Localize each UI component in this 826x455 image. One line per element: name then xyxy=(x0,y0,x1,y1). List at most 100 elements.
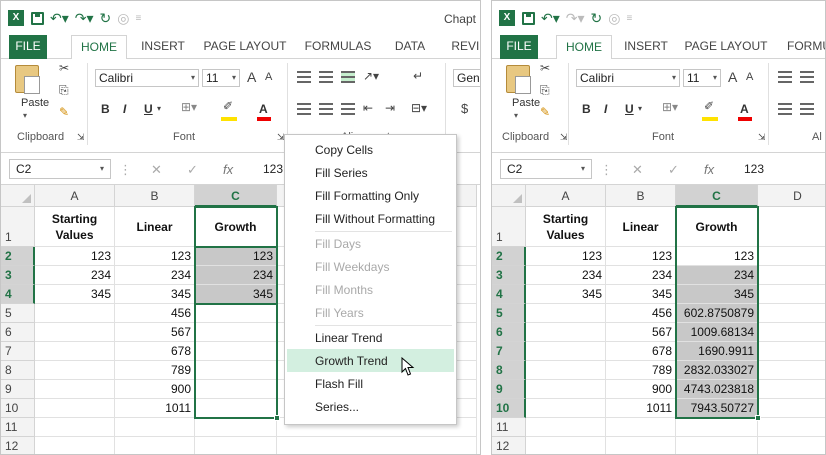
linear-value-cell[interactable]: 234 xyxy=(115,266,195,285)
tab-insert[interactable]: INSERT xyxy=(620,35,672,59)
copy-icon[interactable]: ⎘ xyxy=(59,83,69,98)
linear-value-cell[interactable]: 123 xyxy=(115,247,195,266)
font-size-box[interactable]: 11 ▾ xyxy=(683,69,721,87)
redo-icon[interactable]: ↷▾ xyxy=(566,10,585,27)
orientation-icon[interactable]: ↗▾ xyxy=(363,69,379,83)
growth-value-cell[interactable]: 2832.033027 xyxy=(676,361,758,380)
row-header[interactable]: 7 xyxy=(492,342,526,361)
align-center-icon[interactable] xyxy=(319,103,333,115)
linear-value-cell[interactable]: 567 xyxy=(115,323,195,342)
grid-cell[interactable] xyxy=(606,418,676,437)
linear-value-cell[interactable]: 345 xyxy=(606,285,676,304)
repeat-icon[interactable]: ↻ xyxy=(591,10,603,27)
middle-align-icon[interactable] xyxy=(800,71,814,83)
starting-value-cell[interactable]: 234 xyxy=(35,266,115,285)
formula-input[interactable]: 123 xyxy=(263,162,283,176)
font-color-button[interactable]: A xyxy=(259,102,268,116)
font-name-box[interactable]: Calibri ▾ xyxy=(576,69,680,87)
column-header-b[interactable]: B xyxy=(115,185,195,207)
row-header[interactable]: 10 xyxy=(1,399,35,418)
currency-icon[interactable]: $ xyxy=(461,101,468,116)
growth-value-cell[interactable]: 123 xyxy=(195,247,277,266)
middle-align-icon[interactable] xyxy=(319,71,333,83)
growth-value-cell[interactable]: 234 xyxy=(676,266,758,285)
grid-cell[interactable] xyxy=(758,380,825,399)
grid-cell[interactable] xyxy=(526,361,606,380)
chevron-down-icon[interactable]: ▾ xyxy=(713,70,717,86)
grid-cell[interactable] xyxy=(35,304,115,323)
enter-icon[interactable]: ✓ xyxy=(668,162,679,178)
underline-button[interactable]: U xyxy=(625,102,634,116)
grid-cell[interactable] xyxy=(758,418,825,437)
fill-color-icon[interactable]: ✐ xyxy=(223,99,233,113)
enter-icon[interactable]: ✓ xyxy=(187,162,198,178)
linear-value-cell[interactable]: 900 xyxy=(606,380,676,399)
insert-function-icon[interactable]: fx xyxy=(704,162,714,177)
starting-value-cell[interactable]: 234 xyxy=(526,266,606,285)
grid-cell[interactable] xyxy=(35,342,115,361)
column-title-cell[interactable]: Linear xyxy=(115,207,195,247)
growth-value-cell[interactable]: 345 xyxy=(195,285,277,304)
row-header[interactable]: 11 xyxy=(492,418,526,437)
grid-cell[interactable] xyxy=(195,323,277,342)
tab-review[interactable]: REVII xyxy=(447,35,480,59)
chevron-down-icon[interactable]: ▾ xyxy=(672,70,676,86)
menu-item-copy-cells[interactable]: Copy Cells xyxy=(315,143,373,157)
column-title-cell[interactable]: Starting Values xyxy=(526,207,606,247)
starting-value-cell[interactable]: 345 xyxy=(526,285,606,304)
tab-insert[interactable]: INSERT xyxy=(137,35,189,59)
row-header[interactable]: 4 xyxy=(492,285,526,304)
bottom-align-icon[interactable] xyxy=(341,71,355,83)
tab-data[interactable]: DATA xyxy=(387,35,433,59)
linear-value-cell[interactable]: 900 xyxy=(115,380,195,399)
font-size-box[interactable]: 11 ▾ xyxy=(202,69,240,87)
row-header[interactable]: 6 xyxy=(492,323,526,342)
row-header[interactable]: 12 xyxy=(492,437,526,454)
growth-value-cell[interactable]: 234 xyxy=(195,266,277,285)
row-header[interactable]: 8 xyxy=(492,361,526,380)
row-header[interactable]: 5 xyxy=(492,304,526,323)
align-right-icon[interactable] xyxy=(341,103,355,115)
touch-mode-icon[interactable]: ◎ xyxy=(608,10,620,27)
grid-cell[interactable] xyxy=(195,399,277,418)
grid-cell[interactable] xyxy=(195,361,277,380)
grid-cell[interactable] xyxy=(758,285,825,304)
tab-home[interactable]: HOME xyxy=(71,35,127,60)
growth-value-cell[interactable]: 7943.50727 xyxy=(676,399,758,418)
align-left-icon[interactable] xyxy=(778,103,792,115)
grid-cell[interactable] xyxy=(526,399,606,418)
paste-label[interactable]: Paste xyxy=(512,97,540,109)
cut-icon[interactable]: ✂ xyxy=(59,61,69,75)
bold-button[interactable]: B xyxy=(101,102,110,116)
tab-home[interactable]: HOME xyxy=(556,35,612,60)
cancel-icon[interactable]: ✕ xyxy=(632,162,643,178)
column-title-cell[interactable]: Starting Values xyxy=(35,207,115,247)
shrink-font-icon[interactable]: A xyxy=(265,71,272,83)
paste-label[interactable]: Paste xyxy=(21,97,49,109)
italic-button[interactable]: I xyxy=(604,102,607,116)
grid-cell[interactable] xyxy=(758,342,825,361)
dialog-launcher-icon[interactable]: ⇲ xyxy=(77,132,85,143)
linear-value-cell[interactable]: 123 xyxy=(606,247,676,266)
grow-font-icon[interactable]: A xyxy=(247,69,256,85)
underline-button[interactable]: U xyxy=(144,102,153,116)
column-title-cell[interactable]: Growth xyxy=(195,207,277,247)
row-header[interactable]: 8 xyxy=(1,361,35,380)
grid-cell[interactable] xyxy=(195,304,277,323)
starting-value-cell[interactable]: 123 xyxy=(35,247,115,266)
grid-cell[interactable] xyxy=(195,418,277,437)
grid-cell[interactable] xyxy=(758,247,825,266)
grid-cell[interactable] xyxy=(195,437,277,454)
cut-icon[interactable]: ✂ xyxy=(540,61,550,75)
column-header-d[interactable]: D xyxy=(758,185,825,207)
format-painter-icon[interactable]: ✎ xyxy=(540,105,550,119)
linear-value-cell[interactable]: 456 xyxy=(606,304,676,323)
row-header[interactable]: 5 xyxy=(1,304,35,323)
insert-function-icon[interactable]: fx xyxy=(223,162,233,177)
grid-cell[interactable] xyxy=(526,304,606,323)
number-format-box[interactable]: Gen xyxy=(453,69,480,87)
menu-item-flash-fill[interactable]: Flash Fill xyxy=(315,377,363,391)
linear-value-cell[interactable]: 678 xyxy=(606,342,676,361)
row-header[interactable]: 9 xyxy=(492,380,526,399)
grid-cell[interactable] xyxy=(676,418,758,437)
